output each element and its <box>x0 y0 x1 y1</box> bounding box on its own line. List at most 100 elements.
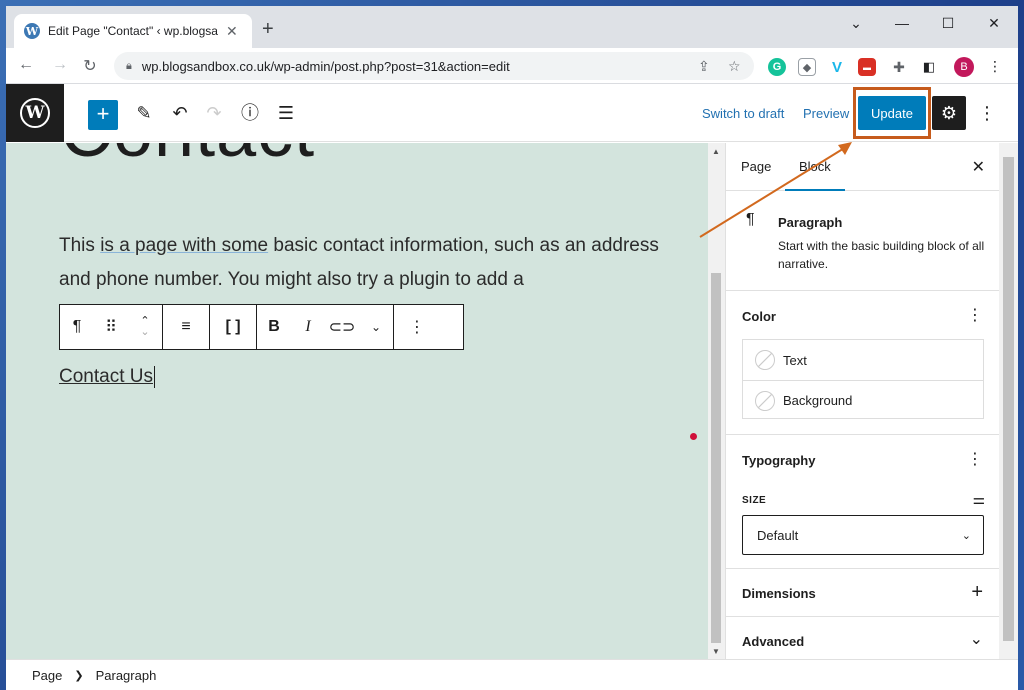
typography-options-icon[interactable]: ⋮ <box>967 449 983 469</box>
paragraph-pilcrow-icon[interactable]: ¶ <box>60 318 94 336</box>
typography-panel: Typography ⋮ SIZE ⚌ Default ⌄ <box>726 435 999 569</box>
color-panel-title[interactable]: Color <box>742 309 776 324</box>
red-extension-icon[interactable]: ▬ <box>858 58 876 76</box>
new-tab-button[interactable]: + <box>262 19 274 39</box>
bookmark-star-icon[interactable]: ☆ <box>728 58 741 75</box>
vimeo-extension-icon[interactable]: V <box>828 58 846 76</box>
preview-button[interactable]: Preview <box>803 106 849 121</box>
tab-search-icon[interactable]: ⌄ <box>846 15 866 32</box>
italic-icon[interactable]: I <box>291 318 325 336</box>
minimize-icon[interactable]: — <box>892 15 912 31</box>
tab-strip: W Edit Page "Contact" ‹ wp.blogsandbox ✕… <box>6 6 1018 48</box>
grammarly-extension-icon[interactable]: G <box>768 58 786 76</box>
dimensions-panel[interactable]: Dimensions + <box>726 569 999 617</box>
scroll-down-arrow-icon[interactable]: ▼ <box>712 647 720 656</box>
block-options-icon[interactable]: ⋮ <box>394 317 440 337</box>
text-color-label: Text <box>783 352 807 368</box>
tab-block[interactable]: Block <box>785 159 845 191</box>
lock-icon: 🔒︎ <box>126 59 132 72</box>
align-left-icon[interactable]: ≡ <box>163 318 209 336</box>
undo-icon[interactable]: ↶ <box>168 102 192 124</box>
font-size-value: Default <box>757 527 799 543</box>
options-group: ⋮ <box>394 305 440 349</box>
close-sidebar-icon[interactable]: ✕ <box>972 157 985 177</box>
forward-icon[interactable]: → <box>50 56 70 74</box>
address-bar[interactable]: 🔒︎ wp.blogsandbox.co.uk/wp-admin/post.ph… <box>114 52 754 80</box>
update-button[interactable]: Update <box>858 96 926 130</box>
browser-toolbar: ← → ↻ 🔒︎ wp.blogsandbox.co.uk/wp-admin/p… <box>6 48 1018 84</box>
advanced-panel[interactable]: Advanced ⌄ <box>726 617 999 659</box>
canvas-scroll-thumb[interactable] <box>711 273 721 643</box>
scroll-up-arrow-icon[interactable]: ▲ <box>712 147 720 156</box>
align-group: ≡ <box>163 305 210 349</box>
chevron-right-icon: ❯ <box>74 669 84 682</box>
contact-us-link[interactable]: Contact Us <box>59 366 155 388</box>
red-dot-marker <box>690 433 697 440</box>
shield-extension-icon[interactable]: ◆ <box>798 58 816 76</box>
back-icon[interactable]: ← <box>16 56 36 74</box>
side-panel-icon[interactable]: ◧ <box>920 58 938 76</box>
editor-header: W + ✎ ↶ ↷ ⓘ ☰ Switch to draft Preview Up… <box>6 84 1018 142</box>
canvas-scrollbar[interactable]: ▲ ▼ <box>708 143 725 659</box>
paragraph-block[interactable]: This is a page with some basic contact i… <box>59 229 659 297</box>
sidebar-tabs: Page Block ✕ <box>726 143 999 191</box>
add-dimensions-icon[interactable]: + <box>971 581 983 604</box>
background-color-label: Background <box>783 393 853 408</box>
font-size-select[interactable]: Default ⌄ <box>742 515 984 555</box>
options-more-icon[interactable]: ⋮ <box>978 103 996 124</box>
breadcrumb-paragraph[interactable]: Paragraph <box>96 668 157 683</box>
redo-icon[interactable]: ↷ <box>202 102 226 124</box>
custom-size-sliders-icon[interactable]: ⚌ <box>972 491 985 508</box>
brackets-icon[interactable]: [ ] <box>210 318 256 336</box>
tab-page[interactable]: Page <box>741 159 771 174</box>
paragraph-text-1: This <box>59 235 101 256</box>
text-color-option[interactable]: Text <box>743 340 983 380</box>
chevron-down-icon[interactable]: ⌄ <box>970 629 983 649</box>
dimensions-panel-title: Dimensions <box>742 586 816 601</box>
browser-window: W Edit Page "Contact" ‹ wp.blogsandbox ✕… <box>6 6 1018 690</box>
extensions-puzzle-icon[interactable]: ✚ <box>890 58 908 76</box>
page-title[interactable]: Contact <box>60 143 315 173</box>
add-block-button[interactable]: + <box>88 100 118 130</box>
empty-swatch-icon <box>755 350 775 370</box>
settings-sidebar: Page Block ✕ ¶ Paragraph Start with the … <box>725 143 999 659</box>
settings-gear-icon[interactable]: ⚙ <box>932 96 966 130</box>
breadcrumb-page[interactable]: Page <box>32 668 62 683</box>
reload-icon[interactable]: ↻ <box>80 56 100 76</box>
tab-title: Edit Page "Contact" ‹ wp.blogsandbox <box>48 24 218 38</box>
shortcode-group: [ ] <box>210 305 257 349</box>
empty-swatch-icon <box>755 390 775 411</box>
bold-icon[interactable]: B <box>257 318 291 336</box>
contact-us-text: Contact Us <box>59 366 153 388</box>
block-name: Paragraph <box>778 215 843 230</box>
drag-handle-icon[interactable]: ⠿ <box>94 317 128 337</box>
profile-avatar[interactable]: B <box>954 57 974 77</box>
switch-to-draft-button[interactable]: Switch to draft <box>702 106 784 121</box>
share-icon[interactable]: ⇪ <box>698 58 710 75</box>
browser-menu-icon[interactable]: ⋮ <box>988 58 1002 75</box>
tab-close-icon[interactable]: ✕ <box>226 23 238 40</box>
close-window-icon[interactable]: ✕ <box>984 15 1004 32</box>
block-toolbar: ¶ ⠿ ⌃ ⌄ ≡ [ ] B I ⊂⊃ ⌄ ⋮ <box>59 304 464 350</box>
link-icon[interactable]: ⊂⊃ <box>325 317 359 337</box>
background-color-option[interactable]: Background <box>743 380 983 420</box>
browser-tab[interactable]: W Edit Page "Contact" ‹ wp.blogsandbox ✕ <box>14 14 252 48</box>
color-options-icon[interactable]: ⋮ <box>967 305 983 325</box>
list-view-icon[interactable]: ☰ <box>274 102 298 124</box>
block-card: ¶ Paragraph Start with the basic buildin… <box>726 191 999 291</box>
paragraph-block-icon: ¶ <box>746 211 755 228</box>
sidebar-scrollbar[interactable] <box>999 143 1018 659</box>
move-up-down-icon[interactable]: ⌃ ⌄ <box>128 316 162 338</box>
url-text: wp.blogsandbox.co.uk/wp-admin/post.php?p… <box>141 58 510 74</box>
more-formats-chevron-icon[interactable]: ⌄ <box>359 320 393 334</box>
block-type-group: ¶ ⠿ ⌃ ⌄ <box>60 305 163 349</box>
sidebar-scroll-thumb[interactable] <box>1003 157 1014 641</box>
pencil-tools-icon[interactable]: ✎ <box>132 102 156 124</box>
info-icon[interactable]: ⓘ <box>238 102 262 124</box>
typography-panel-title[interactable]: Typography <box>742 453 815 468</box>
advanced-panel-title: Advanced <box>742 634 805 649</box>
wordpress-logo-button[interactable]: W <box>6 84 64 142</box>
maximize-icon[interactable]: ☐ <box>938 15 958 32</box>
block-description: Start with the basic building block of a… <box>778 239 985 271</box>
block-breadcrumb: Page ❯ Paragraph <box>6 659 1018 690</box>
